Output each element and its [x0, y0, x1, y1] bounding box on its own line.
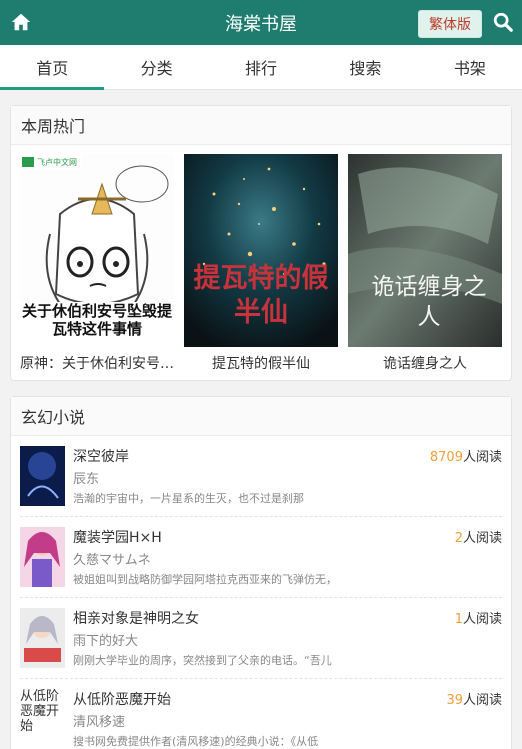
weekly-hot-panel: 本周热门 飞卢中文网 关于休伯利安号坠毁提瓦特这件事情 原神：关于休伯利安号坠 …	[10, 105, 512, 381]
book-author: 辰东	[73, 472, 100, 487]
panel-title: 玄幻小说	[11, 397, 511, 436]
book-name[interactable]: 相亲对象是神明之女	[73, 608, 199, 628]
read-count: 8709人阅读	[429, 450, 502, 465]
hot-book[interactable]: 提瓦特的假半仙 提瓦特的假半仙	[184, 154, 338, 373]
top-bar: 海棠书屋 繁体版	[0, 0, 522, 45]
book-name[interactable]: 从低阶恶魔开始	[73, 689, 171, 709]
list-item[interactable]: 魔装学园H×H 2人阅读 久慈マサムネ 被姐姐叫到战略防御学园阿塔拉克西亚来的飞…	[11, 517, 511, 598]
book-title[interactable]: 原神：关于休伯利安号坠毁提瓦特这件事情	[20, 353, 174, 373]
tab-ranking[interactable]: 排行	[209, 45, 313, 89]
hot-book[interactable]: 飞卢中文网 关于休伯利安号坠毁提瓦特这件事情 原神：关于休伯利安号坠	[20, 154, 174, 373]
book-cover[interactable]: 飞卢中文网 关于休伯利安号坠毁提瓦特这件事情	[20, 154, 174, 347]
book-intro: 刚刚大学毕业的周序，突然接到了父亲的电话。“吾儿	[73, 654, 332, 667]
book-name[interactable]: 魔装学园H×H	[73, 527, 162, 547]
panel-title: 本周热门	[11, 106, 511, 145]
read-count: 2人阅读	[454, 531, 502, 546]
read-count: 39人阅读	[446, 693, 502, 708]
book-thumbnail[interactable]	[20, 608, 65, 668]
xuanhuan-panel: 玄幻小说 深空彼岸 8709人阅读 辰东 浩瀚的宇宙中，一片星系的生灭，也不过是…	[10, 396, 512, 749]
cover-text: 诡话缠身之人	[371, 274, 487, 330]
book-thumbnail[interactable]	[20, 527, 65, 587]
cover-text: 提瓦特的假半仙	[193, 263, 329, 328]
thumbnail-alt-text: 从低阶恶魔开始	[20, 689, 60, 734]
book-thumbnail[interactable]	[20, 446, 65, 506]
main-nav: 首页 分类 排行 搜索 书架	[0, 45, 522, 90]
book-intro: 搜书网免费提供作者(清风移速)的经典小说：《从低	[73, 735, 319, 748]
tab-search[interactable]: 搜索	[313, 45, 417, 89]
home-icon[interactable]	[10, 11, 32, 33]
search-icon[interactable]	[492, 11, 514, 33]
book-cover[interactable]: 诡话缠身之人	[348, 154, 502, 347]
book-cover[interactable]: 提瓦特的假半仙	[184, 154, 338, 347]
book-intro: 浩瀚的宇宙中，一片星系的生灭，也不过是刹那	[73, 492, 304, 505]
list-item[interactable]: 相亲对象是神明之女 1人阅读 雨下的好大 刚刚大学毕业的周序，突然接到了父亲的电…	[11, 598, 511, 679]
traditional-chinese-button[interactable]: 繁体版	[418, 10, 482, 38]
list-item[interactable]: 深空彼岸 8709人阅读 辰东 浩瀚的宇宙中，一片星系的生灭，也不过是刹那	[11, 436, 511, 517]
cover-text: 关于休伯利安号坠毁提瓦特这件事情	[22, 302, 172, 338]
book-name[interactable]: 深空彼岸	[73, 446, 129, 466]
hot-book[interactable]: 诡话缠身之人 诡话缠身之人	[348, 154, 502, 373]
cover-brand: 飞卢中文网	[37, 157, 77, 167]
site-title: 海棠书屋	[225, 13, 297, 35]
book-thumbnail[interactable]: 从低阶恶魔开始	[20, 689, 65, 749]
book-author: 久慈マサムネ	[73, 553, 151, 568]
tab-home[interactable]: 首页	[0, 45, 105, 90]
read-count: 1人阅读	[454, 612, 502, 627]
list-item[interactable]: 从低阶恶魔开始 从低阶恶魔开始 39人阅读 清风移速 搜书网免费提供作者(清风移…	[11, 679, 511, 749]
book-intro: 被姐姐叫到战略防御学园阿塔拉克西亚来的飞弹仿无，	[73, 573, 337, 586]
tab-category[interactable]: 分类	[104, 45, 208, 89]
book-title[interactable]: 诡话缠身之人	[348, 353, 502, 373]
book-title[interactable]: 提瓦特的假半仙	[184, 353, 338, 373]
book-author: 清风移速	[73, 715, 126, 730]
tab-bookshelf[interactable]: 书架	[418, 45, 522, 89]
book-author: 雨下的好大	[73, 634, 139, 649]
